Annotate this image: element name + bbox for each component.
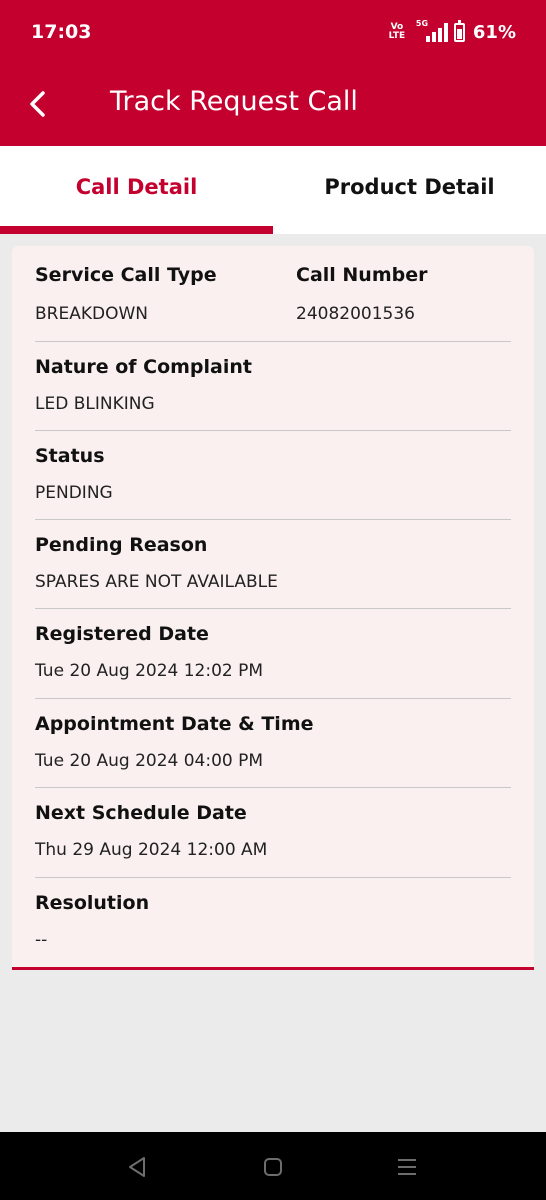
resolution-value: -- (35, 930, 48, 950)
signal-icon: 5G (415, 19, 448, 42)
network-type: 5G (415, 19, 429, 28)
square-home-icon (264, 1158, 282, 1176)
volte-icon: Vo LTE (388, 22, 406, 41)
detail-row-registered-date: Registered Date Tue 20 Aug 2024 12:02 PM (35, 609, 511, 699)
menu-lines-icon (398, 1159, 416, 1175)
detail-row-next-schedule: Next Schedule Date Thu 29 Aug 2024 12:00… (35, 788, 511, 878)
next-schedule-value: Thu 29 Aug 2024 12:00 AM (35, 840, 268, 860)
detail-row-complaint: Nature of Complaint LED BLINKING (35, 342, 511, 431)
nav-home-button[interactable] (260, 1154, 286, 1180)
call-number-value: 24082001536 (296, 304, 415, 324)
detail-row-call-type: Service Call Type BREAKDOWN Call Number … (35, 246, 511, 342)
registered-date-label: Registered Date (35, 623, 209, 645)
back-button[interactable] (20, 84, 54, 124)
tab-product-detail[interactable]: Product Detail (273, 146, 546, 234)
chevron-left-icon (30, 91, 45, 117)
appointment-label: Appointment Date & Time (35, 713, 314, 735)
call-number-label: Call Number (296, 264, 428, 286)
detail-row-appointment: Appointment Date & Time Tue 20 Aug 2024 … (35, 699, 511, 788)
page-title: Track Request Call (110, 86, 358, 117)
battery-percent: 61% (472, 21, 516, 43)
appointment-value: Tue 20 Aug 2024 04:00 PM (35, 751, 264, 771)
system-nav-bar (0, 1132, 546, 1200)
status-icons: Vo LTE 5G 61% (386, 18, 516, 46)
battery-icon (453, 19, 465, 42)
triangle-back-icon (129, 1157, 145, 1177)
pending-reason-label: Pending Reason (35, 534, 208, 556)
detail-row-pending-reason: Pending Reason SPARES ARE NOT AVAILABLE (35, 520, 511, 609)
pending-reason-value: SPARES ARE NOT AVAILABLE (35, 572, 278, 592)
status-time: 17:03 (31, 21, 92, 43)
registered-date-value: Tue 20 Aug 2024 12:02 PM (35, 661, 264, 681)
service-call-type-value: BREAKDOWN (35, 304, 148, 324)
status-value: PENDING (35, 483, 113, 503)
status-label: Status (35, 445, 105, 467)
app-bar: Track Request Call (0, 64, 546, 146)
tab-call-detail[interactable]: Call Detail (0, 146, 273, 234)
next-schedule-label: Next Schedule Date (35, 802, 247, 824)
nature-of-complaint-label: Nature of Complaint (35, 356, 252, 378)
tab-indicator (0, 226, 273, 234)
tab-bar: Call Detail Product Detail (0, 146, 546, 234)
nav-back-button[interactable] (124, 1154, 150, 1180)
call-detail-card: Service Call Type BREAKDOWN Call Number … (12, 246, 534, 970)
resolution-label: Resolution (35, 892, 150, 914)
status-bar: 17:03 Vo LTE 5G 61% (0, 0, 546, 64)
detail-row-resolution: Resolution -- (35, 878, 511, 967)
service-call-type-label: Service Call Type (35, 264, 217, 286)
detail-row-status: Status PENDING (35, 431, 511, 520)
nav-recents-button[interactable] (394, 1154, 420, 1180)
nature-of-complaint-value: LED BLINKING (35, 394, 155, 414)
